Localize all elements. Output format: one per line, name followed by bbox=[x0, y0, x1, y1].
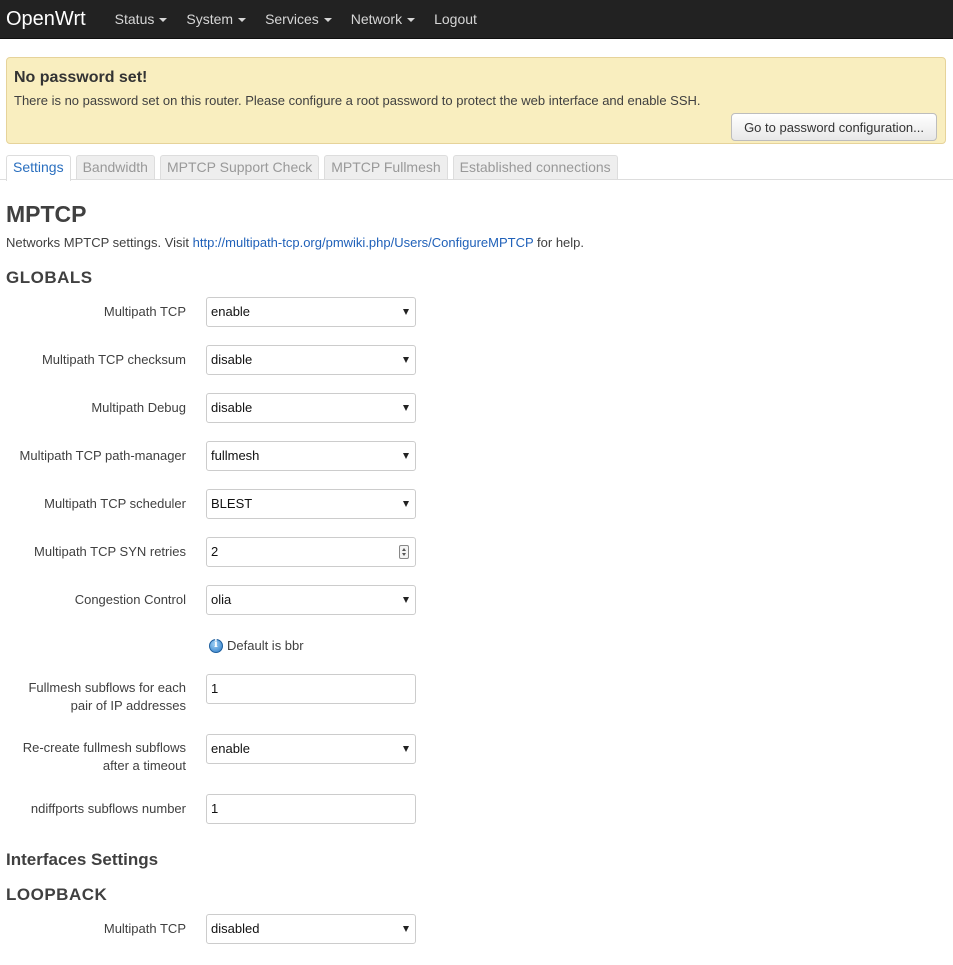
desc-suffix: for help. bbox=[533, 235, 585, 250]
nav-status[interactable]: Status bbox=[115, 11, 168, 27]
spinner-icon[interactable] bbox=[399, 545, 409, 559]
tab-mptcp-fullmesh[interactable]: MPTCP Fullmesh bbox=[324, 155, 448, 179]
checksum-select[interactable]: disable bbox=[206, 345, 416, 375]
select-value: disable bbox=[211, 400, 253, 415]
select-value: fullmesh bbox=[211, 448, 260, 463]
section-globals-title: GLOBALS bbox=[6, 268, 93, 287]
page-description: Networks MPTCP settings. Visit http://mu… bbox=[6, 235, 584, 250]
congestion-control-select[interactable]: olia bbox=[206, 585, 416, 615]
select-value: disabled bbox=[211, 921, 260, 936]
field-label: Multipath TCP path-manager bbox=[19, 448, 186, 463]
fullmesh-subflows-input[interactable]: 1 bbox=[206, 674, 416, 704]
syn-retries-input[interactable]: 2 bbox=[206, 537, 416, 567]
dropdown-arrow-icon bbox=[403, 453, 409, 459]
label-line-1: Re-create fullmesh subflows bbox=[22, 740, 186, 755]
caret-down-icon bbox=[159, 18, 168, 22]
select-value: enable bbox=[211, 741, 251, 756]
caret-down-icon bbox=[238, 18, 247, 22]
tab-bandwidth[interactable]: Bandwidth bbox=[75, 155, 155, 179]
nav-system-label: System bbox=[186, 11, 234, 27]
tab-established-connections[interactable]: Established connections bbox=[452, 155, 618, 179]
field-label: Congestion Control bbox=[74, 592, 186, 607]
field-label: Multipath TCP bbox=[103, 304, 186, 319]
tab-bar: Settings Bandwidth MPTCP Support Check M… bbox=[0, 155, 953, 181]
input-value: 2 bbox=[211, 544, 219, 559]
select-value: disable bbox=[211, 352, 253, 367]
dropdown-arrow-icon bbox=[403, 405, 409, 411]
dropdown-arrow-icon bbox=[403, 597, 409, 603]
dropdown-arrow-icon bbox=[403, 501, 409, 507]
brand-logo[interactable]: OpenWrt bbox=[0, 8, 86, 31]
loopback-multipath-tcp-select[interactable]: disabled bbox=[206, 914, 416, 944]
input-value: 1 bbox=[211, 681, 219, 696]
debug-select[interactable]: disable bbox=[206, 393, 416, 423]
ndiffports-input[interactable]: 1 bbox=[206, 794, 416, 824]
input-value: 1 bbox=[211, 801, 219, 816]
scheduler-select[interactable]: BLEST bbox=[206, 489, 416, 519]
help-link[interactable]: http://multipath-tcp.org/pmwiki.php/User… bbox=[193, 235, 534, 250]
tab-mptcp-support-check[interactable]: MPTCP Support Check bbox=[159, 155, 320, 179]
password-config-button[interactable]: Go to password configuration... bbox=[731, 113, 937, 141]
nav-services-label: Services bbox=[265, 11, 319, 27]
no-password-alert: No password set! There is no password se… bbox=[6, 57, 946, 144]
field-label: Multipath TCP scheduler bbox=[44, 496, 186, 511]
select-value: enable bbox=[211, 304, 251, 319]
multipath-tcp-select[interactable]: enable bbox=[206, 297, 416, 327]
nav-status-label: Status bbox=[114, 11, 155, 27]
field-label: Multipath TCP bbox=[103, 921, 186, 936]
nav-network[interactable]: Network bbox=[350, 11, 416, 27]
path-manager-select[interactable]: fullmesh bbox=[206, 441, 416, 471]
congestion-hint: Default is bbr bbox=[209, 638, 304, 653]
tab-settings[interactable]: Settings bbox=[6, 155, 71, 181]
field-label: Re-create fullmesh subflows after a timeo… bbox=[6, 739, 186, 775]
section-loopback-title: LOOPBACK bbox=[6, 885, 108, 904]
caret-down-icon bbox=[407, 18, 416, 22]
field-label: Multipath TCP checksum bbox=[41, 352, 186, 367]
field-label: Multipath Debug bbox=[91, 400, 186, 415]
dropdown-arrow-icon bbox=[403, 357, 409, 363]
nav-logout[interactable]: Logout bbox=[434, 11, 477, 27]
dropdown-arrow-icon bbox=[403, 309, 409, 315]
label-line-2: pair of IP addresses bbox=[70, 698, 186, 713]
recreate-subflows-select[interactable]: enable bbox=[206, 734, 416, 764]
nav-system[interactable]: System bbox=[186, 11, 247, 27]
hint-text: Default is bbr bbox=[227, 638, 304, 653]
select-value: olia bbox=[211, 592, 232, 607]
alert-title: No password set! bbox=[14, 69, 148, 86]
top-navbar: OpenWrt Status System Services Network L… bbox=[0, 0, 953, 39]
page-title: MPTCP bbox=[6, 201, 87, 227]
info-icon bbox=[209, 638, 223, 653]
section-interfaces-title: Interfaces Settings bbox=[6, 850, 159, 869]
nav-services[interactable]: Services bbox=[265, 11, 332, 27]
dropdown-arrow-icon bbox=[403, 746, 409, 752]
alert-text: There is no password set on this router.… bbox=[14, 93, 701, 108]
field-label: ndiffports subflows number bbox=[30, 801, 186, 816]
select-value: BLEST bbox=[211, 496, 253, 511]
field-label: Multipath TCP SYN retries bbox=[34, 544, 186, 559]
dropdown-arrow-icon bbox=[403, 926, 409, 932]
label-line-2: after a timeout bbox=[102, 758, 186, 773]
nav-network-label: Network bbox=[350, 11, 403, 27]
desc-prefix: Networks MPTCP settings. Visit bbox=[6, 235, 193, 250]
label-line-1: Fullmesh subflows for each bbox=[28, 680, 186, 695]
field-label: Fullmesh subflows for each pair of IP add… bbox=[6, 679, 186, 715]
caret-down-icon bbox=[323, 18, 332, 22]
